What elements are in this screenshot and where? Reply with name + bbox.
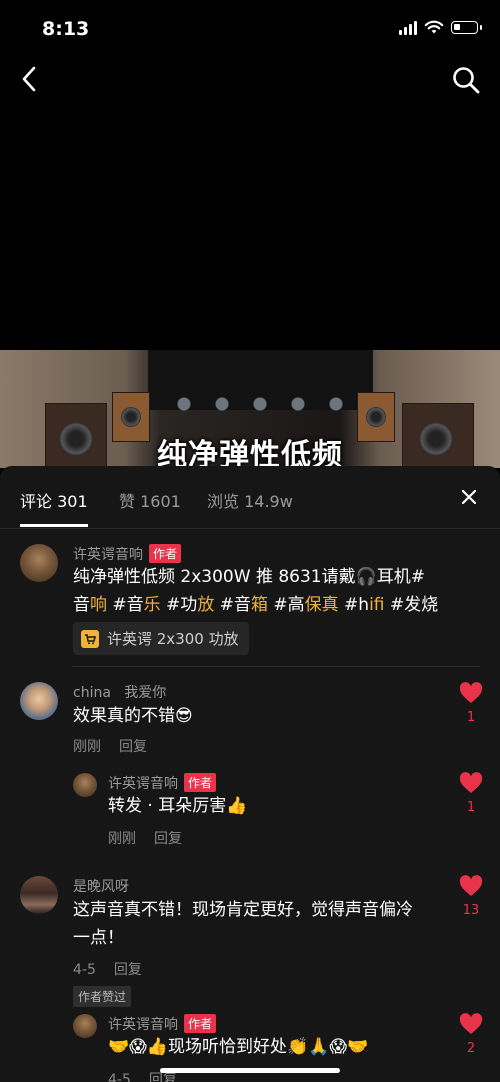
signal-icon bbox=[399, 20, 417, 35]
hashtag-part: #音 bbox=[214, 595, 251, 615]
hashtag-highlight: 乐 bbox=[143, 595, 161, 615]
username-extra: 我爱你 bbox=[124, 685, 167, 701]
reply-text: 🤝😱👍现场听恰到好处👏🙏😱🤝 bbox=[108, 1037, 369, 1057]
hashtag-part: #功 bbox=[160, 595, 198, 615]
like-button[interactable]: 13 bbox=[458, 875, 484, 918]
comment-time: 4-5 bbox=[108, 1072, 131, 1082]
author-name-text: 许英谔音响 bbox=[73, 547, 143, 563]
heart-icon bbox=[459, 682, 483, 703]
like-count: 1 bbox=[466, 710, 476, 725]
reply-text: 转发 · 耳朵厉害👍 bbox=[108, 796, 248, 816]
author-liked-badge: 作者赞过 bbox=[73, 986, 132, 1007]
comment-text-line1: 这声音真不错！现场肯定更好，觉得声音偏冷 bbox=[73, 900, 413, 920]
reply-button[interactable]: 回复 bbox=[119, 739, 147, 755]
avatar[interactable] bbox=[20, 876, 58, 914]
comments-panel: 评论 301 赞 1601 浏览 14.9w 许英谔音响 作者 纯净弹性低频 2x… bbox=[0, 466, 500, 1082]
comment-text-line2: 一点！ bbox=[73, 928, 124, 948]
hashtag-part: #高 bbox=[267, 595, 305, 615]
like-button[interactable]: 1 bbox=[458, 682, 484, 725]
divider bbox=[72, 666, 480, 667]
hashtag-highlight: 保真 bbox=[304, 595, 339, 615]
comment-time: 4-5 bbox=[73, 962, 96, 978]
author-badge: 作者 bbox=[184, 1014, 217, 1033]
hashtag-part: #音 bbox=[107, 595, 144, 615]
comment-meta: 刚刚 回复 bbox=[108, 828, 200, 848]
comment-time: 刚刚 bbox=[108, 831, 136, 847]
comment-tabs: 评论 301 赞 1601 浏览 14.9w bbox=[0, 466, 500, 529]
comment-text: 这声音真不错！现场肯定更好，觉得声音偏冷 一点！ bbox=[73, 896, 463, 952]
like-count: 13 bbox=[462, 903, 480, 918]
heart-icon bbox=[459, 875, 483, 896]
avatar[interactable] bbox=[20, 544, 58, 582]
hashtag-highlight: 放 bbox=[197, 595, 215, 615]
username-text: china bbox=[73, 685, 111, 701]
product-link[interactable]: 许英谔 2x300 功放 bbox=[73, 622, 249, 655]
heart-icon bbox=[459, 772, 483, 793]
author-badge: 作者 bbox=[184, 773, 217, 792]
like-count: 1 bbox=[466, 800, 476, 815]
hashtag-part: 音 bbox=[73, 595, 90, 615]
post-text: 纯净弹性低频 2x300W 推 8631请戴🎧耳机# 音响 #音乐 #功放 #音… bbox=[73, 563, 483, 619]
battery-icon bbox=[451, 21, 482, 34]
author-badge: 作者 bbox=[149, 544, 182, 563]
post-text-line1: 纯净弹性低频 2x300W 推 8631请戴🎧耳机# bbox=[73, 567, 426, 587]
like-button[interactable]: 2 bbox=[458, 1013, 484, 1056]
heart-icon bbox=[459, 1013, 483, 1034]
avatar[interactable] bbox=[73, 773, 97, 797]
video-caption: 纯净弹性低频 bbox=[157, 438, 343, 468]
username-text: 许英谔音响 bbox=[108, 776, 178, 792]
author-name[interactable]: 许英谔音响 作者 bbox=[73, 544, 182, 564]
status-bar: 8:13 bbox=[0, 0, 500, 60]
comment-text: 效果真的不错😎 bbox=[73, 706, 193, 726]
wifi-icon bbox=[424, 20, 444, 34]
hashtag-highlight: 箱 bbox=[250, 595, 268, 615]
comment-meta: 4-5 回复 bbox=[73, 959, 160, 979]
hashtag-part: #h bbox=[338, 595, 370, 615]
tab-views[interactable]: 浏览 14.9w bbox=[207, 488, 293, 512]
username-text: 许英谔音响 bbox=[108, 1017, 178, 1033]
like-count: 2 bbox=[466, 1041, 476, 1056]
video-player[interactable]: 纯净弹性低频 bbox=[0, 350, 500, 468]
avatar[interactable] bbox=[73, 1014, 97, 1038]
video-lights bbox=[165, 392, 355, 416]
hashtag-highlight: ifi bbox=[369, 595, 385, 615]
reply-button[interactable]: 回复 bbox=[114, 962, 142, 978]
hashtag-part: #发烧 bbox=[384, 595, 439, 615]
status-icons bbox=[399, 20, 482, 35]
post-hashtags[interactable]: 音响 #音乐 #功放 #音箱 #高保真 #hifi #发烧 bbox=[73, 591, 483, 619]
reply-username[interactable]: 许英谔音响 作者 bbox=[108, 773, 217, 793]
avatar[interactable] bbox=[20, 682, 58, 720]
reply-username[interactable]: 许英谔音响 作者 bbox=[108, 1014, 217, 1034]
status-time: 8:13 bbox=[42, 18, 90, 40]
cart-icon bbox=[81, 629, 99, 648]
reply-button[interactable]: 回复 bbox=[149, 1072, 177, 1082]
product-label: 许英谔 2x300 功放 bbox=[107, 630, 239, 648]
reply-button[interactable]: 回复 bbox=[154, 831, 182, 847]
back-icon[interactable] bbox=[14, 63, 46, 95]
comment-time: 刚刚 bbox=[73, 739, 101, 755]
like-button[interactable]: 1 bbox=[458, 772, 484, 815]
comment-username[interactable]: 是晚风呀 bbox=[73, 876, 129, 896]
tab-comments[interactable]: 评论 301 bbox=[20, 488, 88, 512]
hashtag-highlight: 响 bbox=[90, 595, 107, 615]
search-icon[interactable] bbox=[450, 64, 482, 96]
home-indicator[interactable] bbox=[160, 1068, 340, 1073]
tab-underline bbox=[20, 524, 88, 527]
comment-meta: 刚刚 回复 bbox=[73, 736, 165, 756]
comment-username[interactable]: china 我爱你 bbox=[73, 682, 166, 702]
tab-likes[interactable]: 赞 1601 bbox=[119, 488, 181, 512]
close-icon[interactable] bbox=[458, 486, 480, 508]
